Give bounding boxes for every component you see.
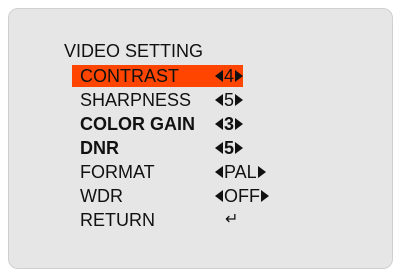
value-selector[interactable]: 5 xyxy=(215,89,244,111)
value-selector[interactable]: 3 xyxy=(215,113,244,135)
return-action[interactable]: ↵ xyxy=(215,209,238,231)
osd-screen: VIDEO SETTING CONTRAST 4 SHARPNESS 5 COL… xyxy=(8,8,393,269)
menu-item-label: SHARPNESS xyxy=(80,90,192,110)
arrow-right-icon[interactable] xyxy=(235,94,244,106)
menu-item-value: 5 xyxy=(224,90,235,110)
menu-item-value: 3 xyxy=(224,114,235,134)
menu-item-label: DNR xyxy=(80,138,119,158)
menu-item-value: OFF xyxy=(224,186,260,206)
menu-item-dnr[interactable]: DNR 5 xyxy=(72,137,282,159)
menu-item-value: 4 xyxy=(224,66,235,86)
menu-title: VIDEO SETTING xyxy=(64,41,204,61)
value-selector[interactable]: PAL xyxy=(215,161,266,183)
menu-item-value: 5 xyxy=(224,138,235,158)
menu-item-label: FORMAT xyxy=(80,162,155,182)
value-selector[interactable]: 4 xyxy=(215,65,244,87)
value-selector[interactable]: OFF xyxy=(215,185,269,207)
menu-item-return[interactable]: RETURN ↵ xyxy=(72,209,282,231)
arrow-right-icon[interactable] xyxy=(261,190,269,202)
arrow-right-icon[interactable] xyxy=(235,70,244,82)
menu-item-wdr[interactable]: WDR OFF xyxy=(72,185,282,207)
value-selector[interactable]: 5 xyxy=(215,137,244,159)
arrow-left-icon[interactable] xyxy=(215,142,223,154)
menu-item-label: CONTRAST xyxy=(72,65,217,87)
menu-item-label: COLOR GAIN xyxy=(80,114,195,134)
arrow-right-icon[interactable] xyxy=(235,118,244,130)
arrow-left-icon[interactable] xyxy=(215,166,223,178)
menu-item-color-gain[interactable]: COLOR GAIN 3 xyxy=(72,113,282,135)
arrow-left-icon[interactable] xyxy=(215,94,223,106)
menu-item-contrast[interactable]: CONTRAST 4 xyxy=(72,65,282,87)
arrow-left-icon[interactable] xyxy=(215,70,223,82)
menu-item-format[interactable]: FORMAT PAL xyxy=(72,161,282,183)
arrow-left-icon[interactable] xyxy=(215,190,223,202)
arrow-right-icon[interactable] xyxy=(257,166,266,178)
menu-item-label: WDR xyxy=(80,186,123,206)
menu-item-value: PAL xyxy=(224,162,257,182)
menu-item-sharpness[interactable]: SHARPNESS 5 xyxy=(72,89,282,111)
menu-item-label: RETURN xyxy=(80,210,155,230)
arrow-right-icon[interactable] xyxy=(235,142,244,154)
arrow-left-icon[interactable] xyxy=(215,118,223,130)
return-arrow-icon[interactable]: ↵ xyxy=(215,209,238,231)
